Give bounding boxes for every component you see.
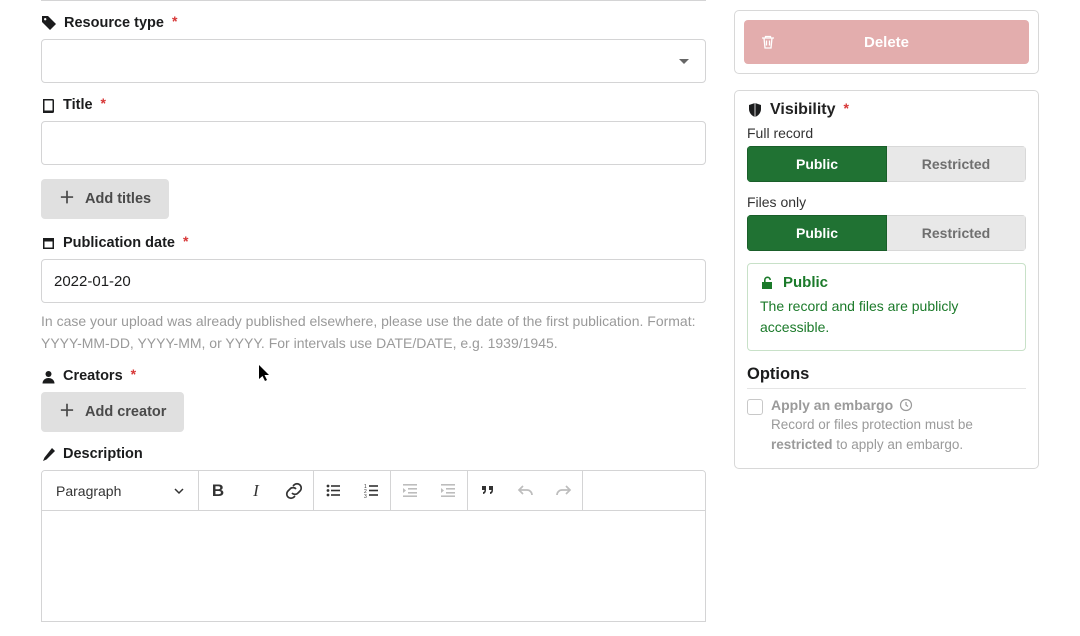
unlock-icon [760, 275, 775, 290]
files-only-restricted[interactable]: Restricted [887, 215, 1026, 251]
delete-button[interactable]: Delete [744, 20, 1029, 64]
chevron-down-icon [679, 59, 689, 64]
visibility-status-body: The record and files are publicly access… [760, 296, 1013, 338]
visibility-card: Visibility * Full record Public Restrict… [734, 90, 1039, 469]
description-label: Description [41, 446, 706, 462]
indent-button[interactable] [429, 471, 467, 511]
creators-label-text: Creators [63, 368, 123, 384]
section-divider [41, 0, 706, 1]
delete-button-label: Delete [864, 34, 909, 51]
add-titles-label: Add titles [85, 191, 151, 207]
pub-date-input[interactable] [41, 259, 706, 303]
required-asterisk: * [101, 95, 106, 111]
svg-text:3: 3 [364, 494, 367, 499]
editor-toolbar: Paragraph B I [42, 471, 705, 511]
visibility-title-text: Visibility [770, 101, 836, 119]
visibility-status-title-text: Public [783, 274, 828, 291]
full-record-toggle: Public Restricted [747, 146, 1026, 182]
bold-button[interactable]: B [199, 471, 237, 511]
description-textarea[interactable] [42, 511, 705, 621]
required-asterisk: * [183, 233, 188, 249]
trash-icon [760, 34, 776, 50]
plus-icon: ＋ [59, 404, 75, 420]
number-list-button[interactable]: 123 [352, 471, 390, 511]
embargo-checkbox[interactable] [747, 399, 763, 415]
description-label-text: Description [63, 446, 143, 462]
embargo-help: Record or files protection must be restr… [771, 415, 1026, 454]
embargo-label: Apply an embargo [771, 397, 1026, 413]
creators-label: Creators * [41, 368, 706, 384]
resource-type-select[interactable] [41, 39, 706, 83]
title-field: Title * [41, 97, 706, 165]
description-editor: Paragraph B I [41, 470, 706, 622]
book-icon [41, 98, 56, 113]
heading-dropdown[interactable]: Paragraph [42, 483, 198, 499]
delete-card: Delete [734, 10, 1039, 74]
embargo-option: Apply an embargo Record or files protect… [747, 397, 1026, 454]
required-asterisk: * [172, 13, 177, 29]
pub-date-field: Publication date * In case your upload w… [41, 235, 706, 354]
undo-button[interactable] [506, 471, 544, 511]
files-only-toggle: Public Restricted [747, 215, 1026, 251]
add-creator-button[interactable]: ＋ Add creator [41, 392, 184, 432]
files-only-public[interactable]: Public [747, 215, 887, 251]
tag-icon [41, 15, 57, 31]
calendar-icon [41, 236, 56, 251]
resource-type-label-text: Resource type [64, 15, 164, 31]
title-input[interactable] [41, 121, 706, 165]
pencil-icon [41, 447, 56, 462]
redo-button[interactable] [544, 471, 582, 511]
title-label: Title * [41, 97, 706, 113]
visibility-status: Public The record and files are publicly… [747, 263, 1026, 351]
pub-date-label-text: Publication date [63, 235, 175, 251]
pub-date-help: In case your upload was already publishe… [41, 311, 706, 354]
heading-dropdown-label: Paragraph [56, 483, 121, 499]
visibility-status-title: Public [760, 274, 1013, 291]
shield-icon [747, 102, 763, 118]
bullet-list-button[interactable] [314, 471, 352, 511]
visibility-title: Visibility * [747, 101, 1026, 119]
full-record-restricted[interactable]: Restricted [887, 146, 1026, 182]
blockquote-button[interactable] [468, 471, 506, 511]
creators-field: Creators * ＋ Add creator [41, 368, 706, 432]
link-button[interactable] [275, 471, 313, 511]
italic-button[interactable]: I [237, 471, 275, 511]
options-title: Options [747, 365, 1026, 384]
full-record-label: Full record [747, 125, 1026, 141]
user-icon [41, 369, 56, 384]
title-label-text: Title [63, 97, 93, 113]
resource-type-label: Resource type * [41, 15, 706, 31]
options-divider [747, 388, 1026, 389]
resource-type-field: Resource type * [41, 15, 706, 83]
clock-icon [899, 398, 913, 412]
plus-icon: ＋ [59, 191, 75, 207]
description-field: Description Paragraph B I [41, 446, 706, 622]
add-titles-button[interactable]: ＋ Add titles [41, 179, 169, 219]
pub-date-label: Publication date * [41, 235, 706, 251]
add-creator-label: Add creator [85, 404, 166, 420]
files-only-label: Files only [747, 194, 1026, 210]
chevron-down-icon [174, 483, 184, 499]
full-record-public[interactable]: Public [747, 146, 887, 182]
required-asterisk: * [131, 366, 136, 382]
outdent-button[interactable] [391, 471, 429, 511]
required-asterisk: * [844, 100, 849, 116]
